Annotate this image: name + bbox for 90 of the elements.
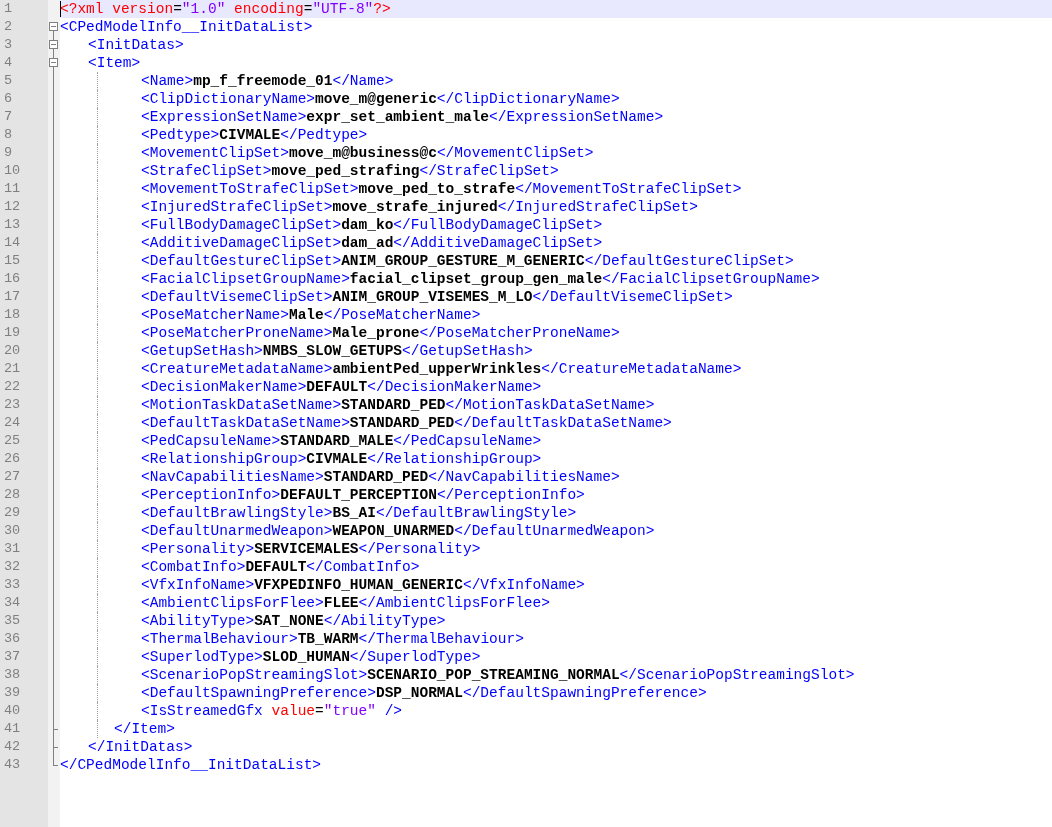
line-number: 7 xyxy=(3,108,14,126)
text-cursor xyxy=(60,1,61,17)
line-number: 19 xyxy=(3,324,22,342)
line-number: 10 xyxy=(3,162,22,180)
code-line[interactable]: <InitDatas> xyxy=(88,36,184,54)
line-number: 36 xyxy=(3,630,22,648)
line-number: 3 xyxy=(3,36,14,54)
code-line[interactable]: <AmbientClipsForFlee>FLEE</AmbientClipsForFlee> xyxy=(141,594,550,612)
line-number: 33 xyxy=(3,576,22,594)
line-number: 16 xyxy=(3,270,22,288)
line-number: 37 xyxy=(3,648,22,666)
line-number: 1 xyxy=(3,0,14,18)
code-line[interactable]: <DefaultTaskDataSetName>STANDARD_PED</DefaultTaskDataSetName> xyxy=(141,414,672,432)
collapse-icon[interactable] xyxy=(49,22,58,31)
code-line[interactable]: <DefaultGestureClipSet>ANIM_GROUP_GESTURE_M_GENERIC</DefaultGestureClipSet> xyxy=(141,252,794,270)
line-number: 22 xyxy=(3,378,22,396)
code-line[interactable]: <IsStreamedGfx value="true" /> xyxy=(141,702,403,720)
line-number: 39 xyxy=(3,684,22,702)
code-line[interactable]: <StrafeClipSet>move_ped_strafing</StrafeClipSet> xyxy=(141,162,559,180)
code-line[interactable]: <DecisionMakerName>DEFAULT</DecisionMakerName> xyxy=(141,378,542,396)
code-line[interactable]: <CPedModelInfo__InitDataList> xyxy=(60,18,313,36)
code-line[interactable]: </CPedModelInfo__InitDataList> xyxy=(60,756,322,774)
code-line[interactable]: <PoseMatcherProneName>Male_prone</PoseMatcherProneName> xyxy=(141,324,620,342)
code-line[interactable]: <FacialClipsetGroupName>facial_clipset_group_gen_male</FacialClipsetGroupName> xyxy=(141,270,820,288)
code-line[interactable]: <Name>mp_f_freemode_01</Name> xyxy=(141,72,394,90)
line-number: 18 xyxy=(3,306,22,324)
code-line[interactable]: <ExpressionSetName>expr_set_ambient_male</ExpressionSetName> xyxy=(141,108,664,126)
code-line[interactable]: <DefaultBrawlingStyle>BS_AI</DefaultBrawlingStyle> xyxy=(141,504,577,522)
line-number: 28 xyxy=(3,486,22,504)
code-line[interactable]: <AdditiveDamageClipSet>dam_ad</AdditiveDamageClipSet> xyxy=(141,234,603,252)
code-line[interactable]: <ClipDictionaryName>move_m@generic</ClipDictionaryName> xyxy=(141,90,620,108)
code-line[interactable]: <GetupSetHash>NMBS_SLOW_GETUPS</GetupSetHash> xyxy=(141,342,533,360)
code-line[interactable]: <Personality>SERVICEMALES</Personality> xyxy=(141,540,481,558)
line-number: 17 xyxy=(3,288,22,306)
line-number: 14 xyxy=(3,234,22,252)
code-line[interactable]: <MotionTaskDataSetName>STANDARD_PED</MotionTaskDataSetName> xyxy=(141,396,655,414)
line-number: 30 xyxy=(3,522,22,540)
line-number: 9 xyxy=(3,144,14,162)
code-line[interactable]: </Item> xyxy=(114,720,175,738)
line-number: 2 xyxy=(3,18,14,36)
line-number: 21 xyxy=(3,360,22,378)
line-number: 38 xyxy=(3,666,22,684)
code-line[interactable]: <?xml version="1.0" encoding="UTF-8"?> xyxy=(60,0,391,18)
line-number: 12 xyxy=(3,198,22,216)
collapse-icon[interactable] xyxy=(49,58,58,67)
code-line[interactable]: <InjuredStrafeClipSet>move_strafe_injured</InjuredStrafeClipSet> xyxy=(141,198,698,216)
line-number: 15 xyxy=(3,252,22,270)
code-line[interactable]: </InitDatas> xyxy=(88,738,193,756)
line-number: 27 xyxy=(3,468,22,486)
code-line[interactable]: <PoseMatcherName>Male</PoseMatcherName> xyxy=(141,306,481,324)
line-number: 32 xyxy=(3,558,22,576)
line-number: 5 xyxy=(3,72,14,90)
code-line[interactable]: <FullBodyDamageClipSet>dam_ko</FullBodyDamageClipSet> xyxy=(141,216,603,234)
line-number: 34 xyxy=(3,594,22,612)
line-number: 8 xyxy=(3,126,14,144)
code-line[interactable]: <ThermalBehaviour>TB_WARM</ThermalBehaviour> xyxy=(141,630,524,648)
line-number: 26 xyxy=(3,450,22,468)
line-number: 6 xyxy=(3,90,14,108)
line-number: 24 xyxy=(3,414,22,432)
code-line[interactable]: <PedCapsuleName>STANDARD_MALE</PedCapsuleName> xyxy=(141,432,542,450)
code-line[interactable]: <CreatureMetadataName>ambientPed_upperWrinkles</CreatureMetadataName> xyxy=(141,360,742,378)
code-line[interactable]: <DefaultSpawningPreference>DSP_NORMAL</DefaultSpawningPreference> xyxy=(141,684,707,702)
code-line[interactable]: <SuperlodType>SLOD_HUMAN</SuperlodType> xyxy=(141,648,481,666)
code-line[interactable]: <MovementClipSet>move_m@business@c</MovementClipSet> xyxy=(141,144,594,162)
line-number: 40 xyxy=(3,702,22,720)
line-number: 25 xyxy=(3,432,22,450)
code-line[interactable]: <CombatInfo>DEFAULT</CombatInfo> xyxy=(141,558,420,576)
line-number: 20 xyxy=(3,342,22,360)
code-line[interactable]: <VfxInfoName>VFXPEDINFO_HUMAN_GENERIC</VfxInfoName> xyxy=(141,576,585,594)
code-line[interactable]: <DefaultVisemeClipSet>ANIM_GROUP_VISEMES_M_LO</DefaultVisemeClipSet> xyxy=(141,288,733,306)
code-line[interactable]: <NavCapabilitiesName>STANDARD_PED</NavCapabilitiesName> xyxy=(141,468,620,486)
line-number: 29 xyxy=(3,504,22,522)
line-number: 23 xyxy=(3,396,22,414)
line-number: 13 xyxy=(3,216,22,234)
collapse-icon[interactable] xyxy=(49,40,58,49)
line-number: 35 xyxy=(3,612,22,630)
code-line[interactable]: <RelationshipGroup>CIVMALE</RelationshipGroup> xyxy=(141,450,542,468)
line-number: 41 xyxy=(3,720,22,738)
code-line[interactable]: <DefaultUnarmedWeapon>WEAPON_UNARMED</DefaultUnarmedWeapon> xyxy=(141,522,655,540)
line-number: 31 xyxy=(3,540,22,558)
line-number: 11 xyxy=(3,180,22,198)
line-number: 43 xyxy=(3,756,22,774)
code-line[interactable]: <ScenarioPopStreamingSlot>SCENARIO_POP_STREAMING_NORMAL</ScenarioPopStreamingSlot> xyxy=(141,666,855,684)
code-line[interactable]: <MovementToStrafeClipSet>move_ped_to_strafe</MovementToStrafeClipSet> xyxy=(141,180,742,198)
code-line[interactable]: <PerceptionInfo>DEFAULT_PERCEPTION</PerceptionInfo> xyxy=(141,486,585,504)
line-number: 4 xyxy=(3,54,14,72)
code-line[interactable]: <AbilityType>SAT_NONE</AbilityType> xyxy=(141,612,446,630)
line-number: 42 xyxy=(3,738,22,756)
code-line[interactable]: <Pedtype>CIVMALE</Pedtype> xyxy=(141,126,368,144)
code-line[interactable]: <Item> xyxy=(88,54,141,72)
